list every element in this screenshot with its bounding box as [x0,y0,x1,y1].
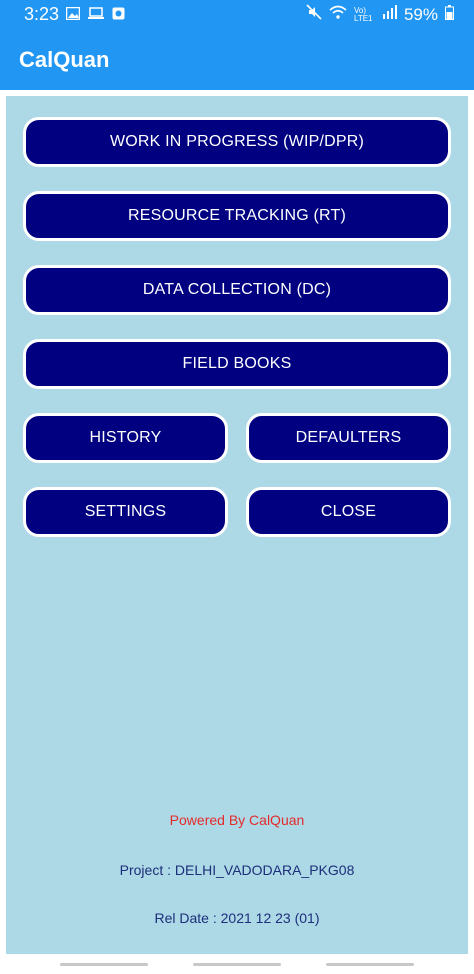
field-books-button[interactable]: FIELD BOOKS [23,339,451,389]
app-notification-icon [112,7,125,25]
settings-button[interactable]: SETTINGS [23,487,228,537]
app-title: CalQuan [19,47,110,72]
data-collection-button[interactable]: DATA COLLECTION (DC) [23,265,451,315]
project-text: Project : DELHI_VADODARA_PKG08 [119,862,355,878]
history-button[interactable]: HISTORY [23,413,228,463]
powered-by-text: Powered By CalQuan [169,812,305,828]
image-icon [65,6,81,25]
release-date-text: Rel Date : 2021 12 23 (01) [154,910,320,926]
nav-recent-indicator[interactable] [60,963,148,966]
nav-home-indicator[interactable] [193,963,281,966]
laptop-icon [88,7,104,25]
close-button[interactable]: CLOSE [246,487,451,537]
navigation-bar [0,954,474,974]
defaulters-button[interactable]: DEFAULTERS [246,413,451,463]
status-bar: 3:23 Vo) LTE1 59% [0,0,474,30]
mute-icon [306,4,322,25]
wifi-icon [329,5,347,24]
status-left-icons [65,6,125,25]
battery-percent: 59% [403,4,438,24]
signal-icon [382,5,397,24]
app-bar: CalQuan [0,30,474,90]
nav-back-indicator[interactable] [326,963,414,966]
wip-button[interactable]: WORK IN PROGRESS (WIP/DPR) [23,117,451,167]
battery-icon [445,4,454,25]
network-label: Vo) LTE1 [353,5,373,23]
main-menu: WORK IN PROGRESS (WIP/DPR) RESOURCE TRAC… [6,96,468,954]
status-right-icons: Vo) LTE1 59% [306,4,454,25]
status-time: 3:23 [24,4,60,24]
resource-tracking-button[interactable]: RESOURCE TRACKING (RT) [23,191,451,241]
